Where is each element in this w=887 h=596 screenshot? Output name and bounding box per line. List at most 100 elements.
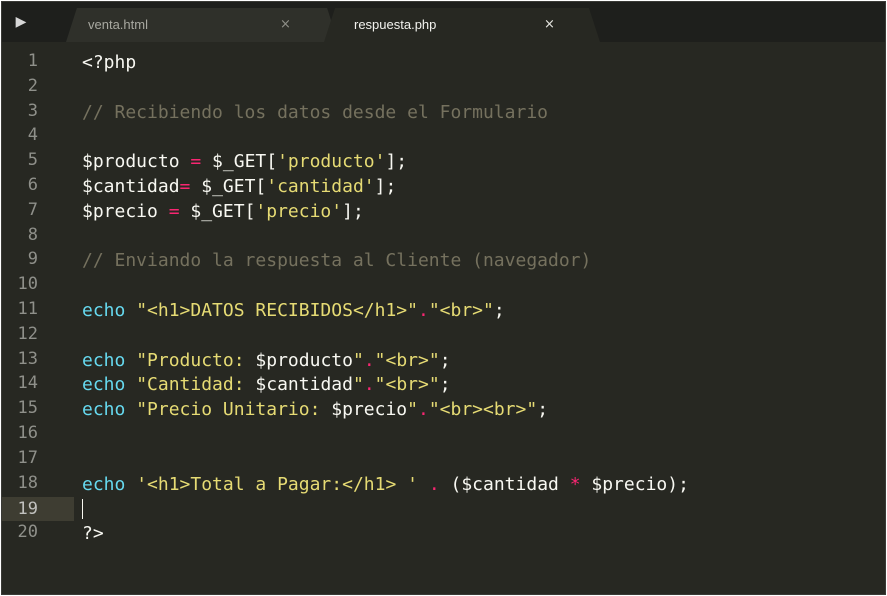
tab-respuesta-php[interactable]: respuesta.php × [324,8,600,42]
code-text: echo "<h1>DATOS RECIBIDOS</h1>"."<br>"; [82,299,505,323]
tab-venta-html[interactable]: venta.html × [66,8,338,42]
code-line[interactable]: 7 $precio = $_GET['precio']; [2,200,885,224]
code-text: echo "Cantidad: $cantidad"."<br>"; [82,373,451,397]
code-token: // Recibiendo los datos desde el Formula… [82,101,548,123]
code-token: 'precio' [255,200,343,222]
line-number: 13 [17,348,38,369]
code-token: '<h1>Total a Pagar:</h1> ' [136,473,418,495]
line-number: 3 [27,100,38,121]
code-line[interactable]: 6 $cantidad= $_GET['cantidad']; [2,175,885,199]
code-text: echo "Precio Unitario: $precio"."<br><br… [82,398,548,422]
line-number: 10 [17,274,38,295]
code-token: " [407,399,418,421]
close-icon[interactable]: × [280,8,291,42]
code-token: $cantidad [82,176,180,197]
line-number: 2 [27,75,38,96]
code-text: $precio = $_GET['precio']; [82,200,364,224]
code-token: $_GET[ [190,176,267,197]
code-token: $producto [82,151,191,173]
code-line[interactable]: 11 echo "<h1>DATOS RECIBIDOS</h1>"."<br>"… [2,299,885,323]
code-line[interactable]: 10 [2,274,885,298]
code-text: echo '<h1>Total a Pagar:</h1> ' . ($cant… [82,473,689,497]
close-icon[interactable]: × [544,8,555,42]
line-number: 8 [27,224,38,245]
code-token: . [417,399,429,421]
line-number: 4 [27,125,38,146]
code-text: echo "Producto: $producto"."<br>"; [82,349,451,373]
sidebar-toggle-icon[interactable]: ▶ [6,8,36,36]
code-line[interactable]: 2 [2,76,885,100]
line-number: 20 [17,522,38,543]
editor-window: ▶ venta.html × respuesta.php × 1 <?php 2 3 /… [1,1,886,595]
code-line[interactable]: 14 echo "Cantidad: $cantidad"."<br>"; [2,373,885,397]
code-editor[interactable]: 1 <?php 2 3 // Recibiendo los datos desde el… [2,42,885,594]
line-number: 15 [17,398,38,419]
code-token: $precio [82,200,169,222]
code-token: $precio); [580,473,689,495]
tab-label: respuesta.php [354,17,437,32]
code-token: = [168,200,180,222]
line-number: 16 [17,423,38,443]
line-number: 1 [27,51,38,71]
line-number: 12 [17,323,38,344]
code-line[interactable]: 1 <?php [2,51,885,75]
code-token: . [363,349,375,371]
code-text: // Enviando la respuesta al Cliente (nav… [82,249,591,273]
code-token: ]; [342,200,364,222]
code-token: 'cantidad' [266,176,375,197]
tab-bar: ▶ venta.html × respuesta.php × [2,2,885,42]
code-line[interactable]: 17 [2,448,885,472]
code-token: "Precio Unitario: [136,399,332,421]
line-number: 6 [27,175,38,195]
code-text: <?php [82,51,136,75]
code-token: ; [493,300,505,321]
code-token: "<br>" [374,374,440,396]
code-token: echo [82,374,126,396]
code-token: $_GET[ [179,200,256,222]
code-text: $cantidad= $_GET['cantidad']; [82,175,396,199]
code-token: echo [82,473,126,495]
code-token: ?> [82,523,104,545]
code-token: ; [537,399,549,421]
line-number: 7 [27,199,38,220]
code-token: = [179,176,191,197]
code-token: echo [82,300,126,321]
code-line[interactable]: 12 [2,324,885,348]
line-number: 11 [17,299,38,319]
code-text: ?> [82,522,104,546]
code-token: ; [439,374,451,396]
code-line[interactable]: 20 ?> [2,522,885,546]
code-line[interactable]: 18 echo '<h1>Total a Pagar:</h1> ' . ($ca… [2,473,885,497]
line-number: 5 [27,150,38,171]
code-token: "<h1>DATOS RECIBIDOS</h1>" [136,300,418,321]
code-token: * [569,473,581,495]
code-line[interactable]: 16 [2,423,885,447]
code-token: "Producto: [136,349,256,371]
code-line[interactable]: 3 // Recibiendo los datos desde el Formul… [2,101,885,125]
code-token: "Cantidad: [136,374,256,396]
code-token: ; [439,349,451,371]
line-number: 19 [17,499,38,520]
line-number: 9 [27,249,38,270]
code-line[interactable]: 9 // Enviando la respuesta al Cliente (na… [2,249,885,273]
code-line[interactable]: 4 [2,125,885,149]
code-text: // Recibiendo los datos desde el Formula… [82,101,548,125]
code-token: 'producto' [277,151,386,173]
tab-label: venta.html [88,17,148,32]
code-token: " [352,374,364,396]
code-line[interactable]: 8 [2,225,885,249]
code-line[interactable]: 15 echo "Precio Unitario: $precio"."<br><… [2,398,885,422]
code-text: $producto = $_GET['producto']; [82,150,407,174]
code-line[interactable]: 13 echo "Producto: $producto"."<br>"; [2,349,885,373]
code-token: = [190,151,202,173]
code-token: "<br>" [428,300,494,321]
code-line[interactable]: 5 $producto = $_GET['producto']; [2,150,885,174]
code-token: "<br>" [374,349,440,371]
code-token: " [352,349,364,371]
code-token: . [363,374,375,396]
